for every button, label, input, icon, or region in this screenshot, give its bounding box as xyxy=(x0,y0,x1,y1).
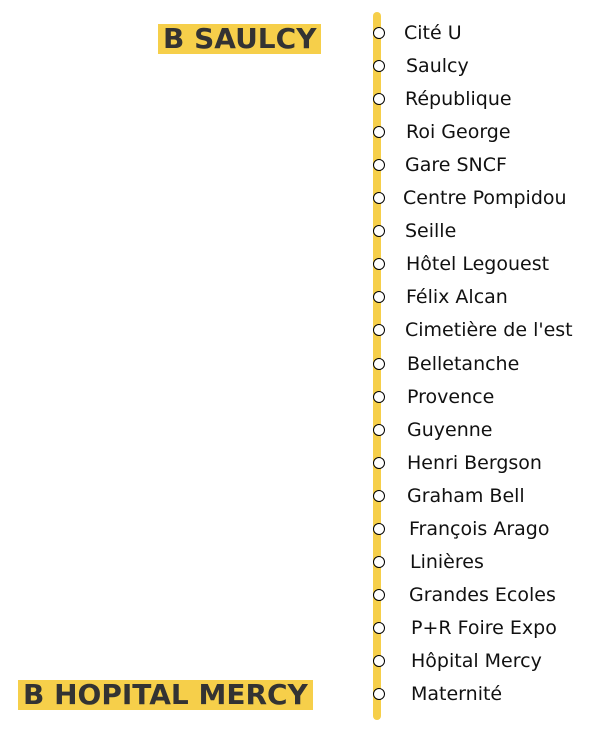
stop-marker xyxy=(373,522,385,535)
stop-name: Roi George xyxy=(406,121,511,144)
stop-name: Centre Pompidou xyxy=(403,187,567,210)
stop-marker xyxy=(373,225,385,238)
stop-marker xyxy=(373,258,385,271)
stop-marker xyxy=(373,688,385,700)
stop-name: Félix Alcan xyxy=(406,286,508,309)
stop-name: Henri Bergson xyxy=(407,451,542,474)
stop-marker xyxy=(373,60,385,73)
stop-name: République xyxy=(405,88,512,111)
stop-name: Hôtel Legouest xyxy=(406,253,550,276)
stop-marker xyxy=(373,588,385,601)
stop-name: Cité U xyxy=(404,22,462,44)
stop-marker xyxy=(373,555,385,568)
stop-marker xyxy=(373,423,385,436)
stop-name: Grandes Ecoles xyxy=(409,583,556,606)
terminus-label-top: B SAULCY xyxy=(158,24,322,54)
stop-name: Linières xyxy=(410,550,484,573)
stop-marker xyxy=(373,654,385,667)
stop-name: Seille xyxy=(405,220,457,243)
stop-name: Cimetière de l'est xyxy=(405,319,573,342)
stop-marker xyxy=(373,126,385,139)
stop-name: Maternité xyxy=(411,683,503,705)
stop-name: Provence xyxy=(407,385,495,408)
stop-marker xyxy=(373,621,385,634)
stop-marker xyxy=(373,159,385,172)
stop-name: Hôpital Mercy xyxy=(411,649,542,672)
stop-marker xyxy=(373,27,385,39)
stop-name: Guyenne xyxy=(407,418,493,441)
stop-marker xyxy=(373,93,385,106)
stop-name: P+R Foire Expo xyxy=(411,616,557,639)
stop-name: Saulcy xyxy=(406,55,469,78)
stop-marker xyxy=(373,357,385,370)
stop-marker xyxy=(373,456,385,469)
stop-marker xyxy=(373,192,385,205)
stop-name: Gare SNCF xyxy=(405,154,507,177)
stop-marker xyxy=(373,324,385,337)
stop-name: Graham Bell xyxy=(407,484,525,507)
stop-marker xyxy=(373,291,385,304)
terminus-label-bottom: B HOPITAL MERCY xyxy=(18,680,313,710)
stop-marker xyxy=(373,489,385,502)
stop-name: Belletanche xyxy=(407,352,520,375)
stop-name: François Arago xyxy=(409,517,550,540)
stop-marker xyxy=(373,390,385,403)
